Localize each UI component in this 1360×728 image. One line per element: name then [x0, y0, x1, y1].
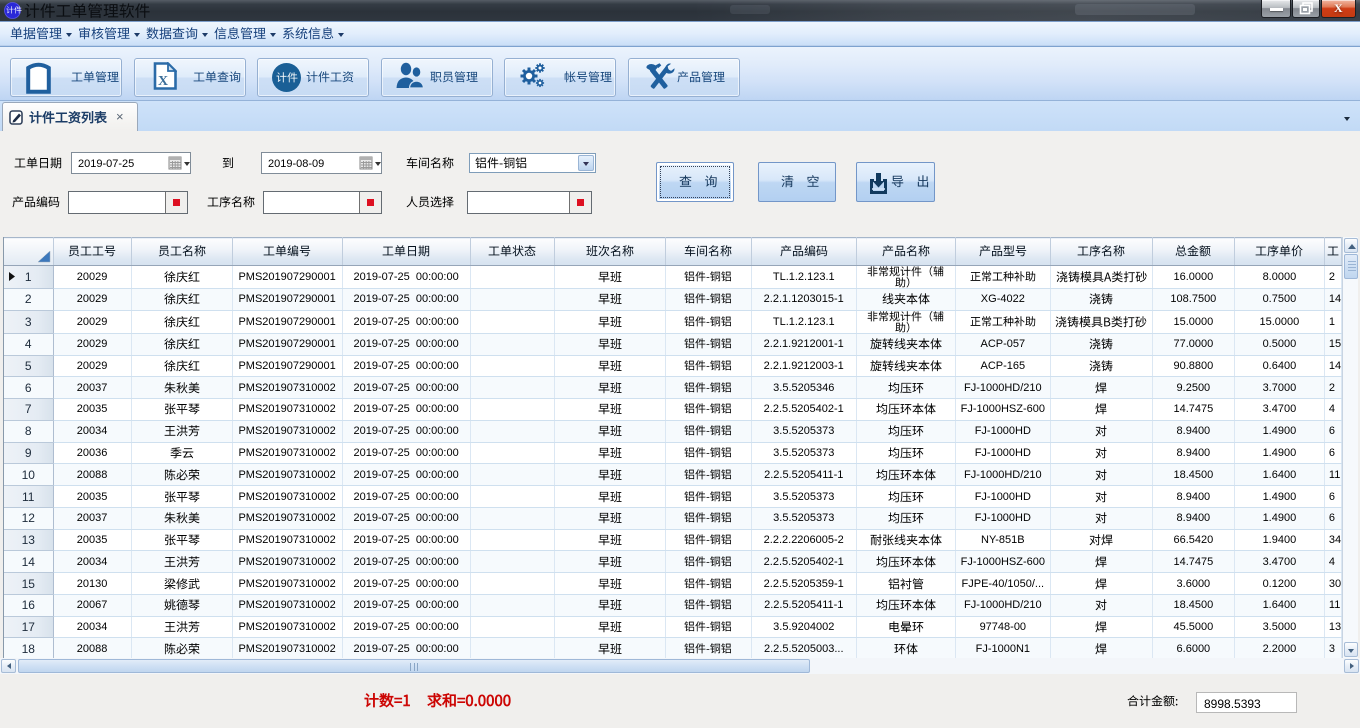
- svg-text:X: X: [157, 74, 167, 89]
